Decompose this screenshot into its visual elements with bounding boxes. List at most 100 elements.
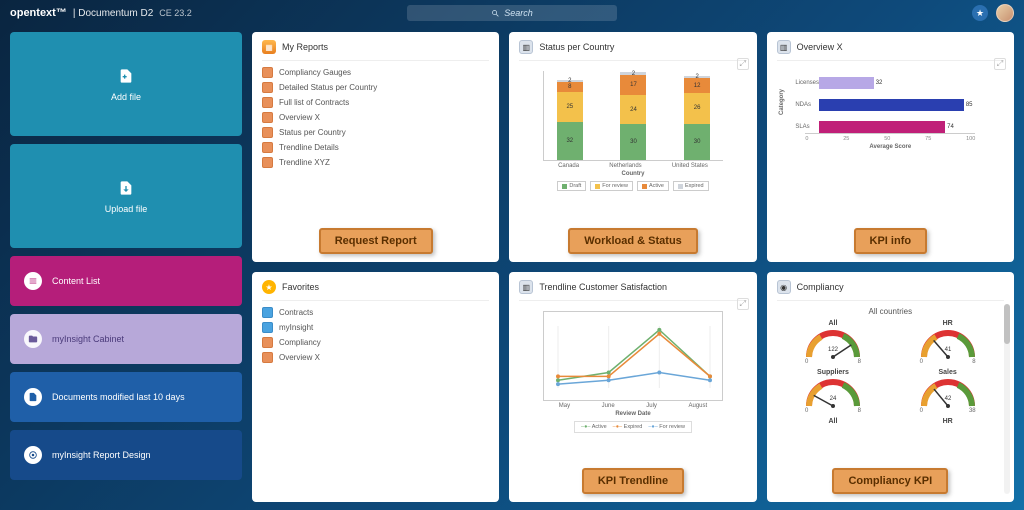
category-label: Netherlands bbox=[609, 163, 641, 169]
favorite-label: Overview X bbox=[279, 353, 320, 362]
sidebar-item-label: Content List bbox=[52, 276, 100, 286]
list-icon bbox=[24, 272, 42, 290]
tile-title: Status per Country bbox=[539, 42, 614, 52]
gauge-icon: ◉ bbox=[777, 280, 791, 294]
gauges-subtitle: All countries bbox=[777, 307, 1004, 316]
favorites-star-button[interactable]: ★ bbox=[972, 5, 988, 21]
tile-overview-x: ▥Overview X ⤢ Category Licenses32NDAs85S… bbox=[767, 32, 1014, 262]
report-label: Trendline XYZ bbox=[279, 158, 330, 167]
tile-status-per-country: ▥Status per Country ⤢ 322582302417230261… bbox=[509, 32, 756, 262]
sidebar-item-docs-modified[interactable]: Documents modified last 10 days bbox=[10, 372, 242, 422]
report-icon bbox=[262, 142, 273, 153]
gauge-hr-2: HR bbox=[899, 418, 996, 425]
gauge-title: Sales bbox=[939, 369, 957, 376]
hbar-value: 85 bbox=[966, 102, 973, 108]
user-avatar[interactable] bbox=[996, 4, 1014, 22]
tile-title: Overview X bbox=[797, 42, 843, 52]
report-label: Compliancy Gauges bbox=[279, 68, 351, 77]
sidebar-item-label: myInsight Cabinet bbox=[52, 334, 124, 344]
gauge-suppliers: Suppliers 24 08 bbox=[785, 369, 882, 414]
report-icon bbox=[262, 157, 273, 168]
sidebar-item-label: myInsight Report Design bbox=[52, 450, 151, 460]
sidebar-item-report-design[interactable]: myInsight Report Design bbox=[10, 430, 242, 480]
report-item[interactable]: Full list of Contracts bbox=[262, 97, 489, 108]
report-item[interactable]: Trendline XYZ bbox=[262, 157, 489, 168]
upload-file-label: Upload file bbox=[105, 204, 148, 214]
svg-text:122: 122 bbox=[828, 347, 839, 353]
category-label: Canada bbox=[558, 163, 579, 169]
x-tick: May bbox=[559, 403, 570, 409]
hbar-label: Licenses bbox=[795, 80, 819, 86]
expand-icon[interactable]: ⤢ bbox=[737, 58, 749, 70]
sidebar: Add file Upload file Content List myInsi… bbox=[10, 32, 242, 502]
report-item[interactable]: Overview X bbox=[262, 112, 489, 123]
report-item[interactable]: Compliancy Gauges bbox=[262, 67, 489, 78]
report-label: Trendline Details bbox=[279, 143, 339, 152]
report-icon bbox=[262, 97, 273, 108]
gauge-all-2: All bbox=[785, 418, 882, 425]
legend-item[interactable]: For review bbox=[590, 181, 633, 191]
favorite-item[interactable]: myInsight bbox=[262, 322, 489, 333]
add-file-tile[interactable]: Add file bbox=[10, 32, 242, 136]
favorite-icon bbox=[262, 352, 273, 363]
favorite-icon bbox=[262, 307, 273, 318]
upload-file-icon bbox=[116, 178, 136, 198]
sidebar-item-myinsight-cabinet[interactable]: myInsight Cabinet bbox=[10, 314, 242, 364]
expand-icon[interactable]: ⤢ bbox=[737, 298, 749, 310]
report-item[interactable]: Trendline Details bbox=[262, 142, 489, 153]
folder-icon bbox=[24, 330, 42, 348]
report-label: Detailed Status per Country bbox=[279, 83, 377, 92]
search-placeholder: Search bbox=[504, 8, 533, 18]
upload-file-tile[interactable]: Upload file bbox=[10, 144, 242, 248]
x-axis-label: Average Score bbox=[869, 144, 911, 150]
report-item[interactable]: Detailed Status per Country bbox=[262, 82, 489, 93]
chart-icon: ▥ bbox=[519, 280, 533, 294]
category-label: United States bbox=[672, 163, 708, 169]
x-axis-label: Review Date bbox=[615, 411, 650, 417]
y-axis-label: Category bbox=[779, 89, 785, 115]
report-icon bbox=[262, 112, 273, 123]
stacked-bar: 322582 bbox=[557, 80, 583, 160]
hbar-value: 32 bbox=[876, 80, 883, 86]
star-icon: ★ bbox=[262, 280, 276, 294]
target-icon bbox=[24, 446, 42, 464]
favorite-item[interactable]: Contracts bbox=[262, 307, 489, 318]
add-file-label: Add file bbox=[111, 92, 141, 102]
favorite-icon bbox=[262, 322, 273, 333]
favorite-item[interactable]: Overview X bbox=[262, 352, 489, 363]
svg-text:24: 24 bbox=[830, 396, 837, 402]
report-item[interactable]: Status per Country bbox=[262, 127, 489, 138]
tile-title: Trendline Customer Satisfaction bbox=[539, 282, 667, 292]
report-label: Status per Country bbox=[279, 128, 346, 137]
report-label: Overview X bbox=[279, 113, 320, 122]
gauge-title: Suppliers bbox=[817, 369, 849, 376]
tile-compliancy: ◉Compliancy All countries All 122 08 HR … bbox=[767, 272, 1014, 502]
legend-item[interactable]: –●– Active bbox=[581, 424, 607, 430]
legend-item[interactable]: Draft bbox=[557, 181, 586, 191]
search-input[interactable]: Search bbox=[407, 5, 617, 21]
annotation-kpi-trendline: KPI Trendline bbox=[582, 468, 684, 494]
scrollbar[interactable] bbox=[1004, 304, 1010, 494]
legend-item[interactable]: Expired bbox=[673, 181, 709, 191]
legend-item[interactable]: –●– For review bbox=[648, 424, 685, 430]
line-chart bbox=[543, 311, 723, 401]
x-tick: June bbox=[602, 403, 615, 409]
app-header: opentext™ | Documentum D2 CE 23.2 Search… bbox=[0, 0, 1024, 26]
stacked-bar: 3026122 bbox=[684, 76, 710, 160]
tile-title: My Reports bbox=[282, 42, 328, 52]
hbar: SLAs74 bbox=[819, 121, 985, 133]
stacked-bar: 3024172 bbox=[620, 72, 646, 160]
annotation-kpi-info: KPI info bbox=[854, 228, 928, 254]
legend-item[interactable]: –●– Expired bbox=[613, 424, 643, 430]
sidebar-item-content-list[interactable]: Content List bbox=[10, 256, 242, 306]
annotation-compliancy-kpi: Compliancy KPI bbox=[832, 468, 948, 494]
tile-title: Favorites bbox=[282, 282, 319, 292]
legend-item[interactable]: Active bbox=[637, 181, 669, 191]
favorite-icon bbox=[262, 337, 273, 348]
x-tick: July bbox=[646, 403, 657, 409]
favorite-label: Compliancy bbox=[279, 338, 321, 347]
brand-name: opentext™ bbox=[10, 7, 67, 19]
favorite-item[interactable]: Compliancy bbox=[262, 337, 489, 348]
expand-icon[interactable]: ⤢ bbox=[994, 58, 1006, 70]
chart-icon: ▥ bbox=[777, 40, 791, 54]
